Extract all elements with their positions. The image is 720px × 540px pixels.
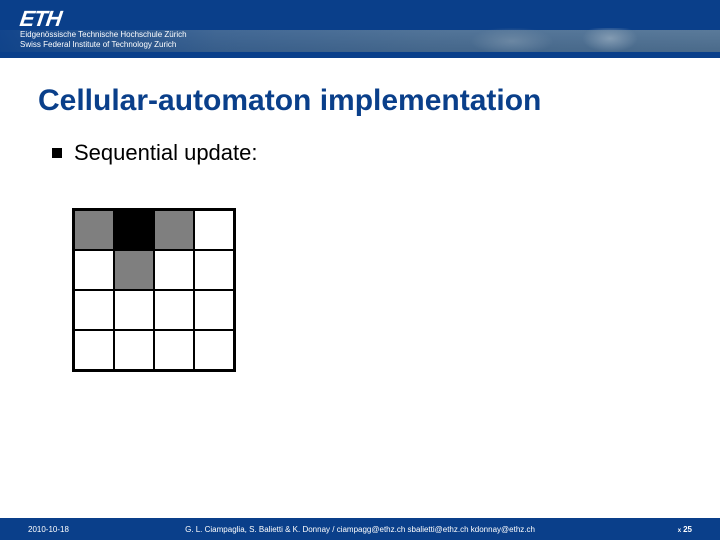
slide: ETH Eidgenössische Technische Hochschule… (0, 0, 720, 540)
header-subtitle-de: Eidgenössische Technische Hochschule Zür… (20, 30, 187, 39)
header: ETH Eidgenössische Technische Hochschule… (0, 0, 720, 70)
automaton-grid (72, 208, 236, 372)
grid-cell (194, 290, 234, 330)
grid-cell (74, 210, 114, 250)
grid-cell (114, 250, 154, 290)
footer: 2010-10-18 G. L. Ciampaglia, S. Balietti… (0, 518, 720, 540)
grid-cell (74, 250, 114, 290)
grid-cell (154, 250, 194, 290)
grid-cell (154, 210, 194, 250)
grid-cell (114, 210, 154, 250)
bullet-marker-icon (52, 148, 62, 158)
slide-title: Cellular-automaton implementation (38, 84, 541, 118)
bullet-row: Sequential update: (52, 140, 258, 166)
bullet-text: Sequential update: (74, 140, 258, 166)
grid-cell (114, 290, 154, 330)
grid-cell (74, 290, 114, 330)
footer-page: x25 (678, 525, 692, 534)
grid-cell (154, 290, 194, 330)
grid-cell (154, 330, 194, 370)
header-photo-detail (400, 28, 680, 54)
grid-cell (74, 330, 114, 370)
footer-page-number: 25 (683, 525, 692, 534)
header-stripe-white (0, 58, 720, 70)
eth-logo: ETH (18, 6, 65, 32)
footer-credit: G. L. Ciampaglia, S. Balietti & K. Donna… (0, 525, 720, 534)
grid-cell (194, 330, 234, 370)
logo-row: ETH (20, 6, 63, 32)
grid-cell (194, 210, 234, 250)
grid-cell (194, 250, 234, 290)
grid-cell (114, 330, 154, 370)
header-stripe-top (0, 0, 720, 30)
header-subtitle-en: Swiss Federal Institute of Technology Zu… (20, 40, 176, 49)
footer-page-x: x (678, 528, 681, 534)
